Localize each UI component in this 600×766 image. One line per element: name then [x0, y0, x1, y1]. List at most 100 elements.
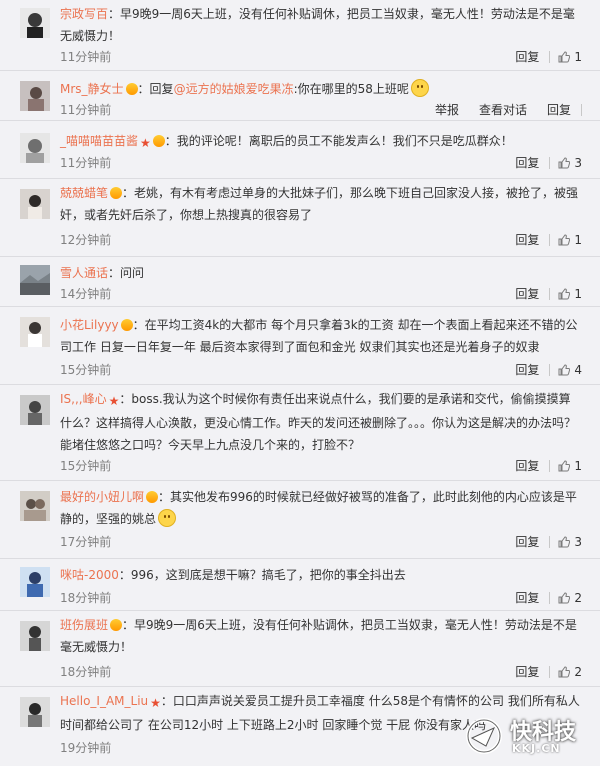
divider — [549, 50, 551, 63]
comment-body: Mrs_静女士 ：回复@远方的姑娘爱吃果冻:你在哪里的58上班呢 — [60, 78, 582, 100]
thumbs-up-icon — [558, 535, 571, 547]
comment-actions: 回复 1 — [501, 231, 582, 248]
like-count: 1 — [574, 458, 582, 473]
comment-text: ：996，这到底是想干嘛？搞毛了，把你的事全抖出去 — [118, 568, 406, 582]
username-link[interactable]: 小花Lilyyy — [60, 318, 119, 332]
view-conversation-button[interactable]: 查看对话 — [479, 101, 527, 118]
kkj-logo-icon — [466, 718, 502, 754]
comment-item: 雪人通话：问问 14分钟前 回复 1 — [0, 256, 600, 306]
timestamp: 18分钟前 — [60, 665, 112, 679]
reply-button[interactable]: 回复 — [515, 48, 539, 65]
username-link[interactable]: _喵喵喵苗苗酱 — [60, 134, 138, 148]
like-button[interactable]: 1 — [558, 459, 582, 473]
comment-body: _喵喵喵苗苗酱 ★ ：我的评论呢！离职后的员工不能发声么！我们不只是吃瓜群众！ — [60, 130, 582, 154]
comment-actions: 回复 1 — [501, 457, 582, 474]
comment-actions: 回复 4 — [501, 361, 582, 378]
reply-button[interactable]: 回复 — [515, 285, 539, 302]
like-button[interactable]: 2 — [558, 591, 582, 605]
avatar[interactable] — [20, 621, 50, 651]
reply-button[interactable]: 回复 — [515, 361, 539, 378]
username-link[interactable]: Mrs_静女士 — [60, 82, 124, 96]
comment-body: 最好的小妞儿啊 ：其实他发布996的时候就已经做好被骂的准备了，此时此刻他的内心应… — [60, 486, 582, 530]
timestamp: 15分钟前 — [60, 459, 112, 473]
reply-button[interactable]: 回复 — [515, 663, 539, 680]
avatar[interactable] — [20, 81, 50, 111]
username-link[interactable]: 班伤展班 — [60, 618, 108, 632]
username-link[interactable]: 宗政写百 — [60, 7, 108, 21]
username-link[interactable]: Hello_I_AM_Liu — [60, 694, 148, 708]
watermark-url: KKJ.CN — [512, 742, 561, 755]
divider — [549, 156, 551, 169]
divider — [549, 665, 551, 678]
avatar[interactable] — [20, 189, 50, 219]
comment-body: 小花Lilyyy ：在平均工资4k的大都市 每个月只拿着3k的工资 却在一个表面上… — [60, 314, 582, 358]
divider — [549, 233, 551, 246]
username-link[interactable]: IS,,,峰心 — [60, 392, 107, 406]
comment-item: _喵喵喵苗苗酱 ★ ：我的评论呢！离职后的员工不能发声么！我们不只是吃瓜群众！ 11… — [0, 120, 600, 178]
timestamp: 12分钟前 — [60, 233, 112, 247]
username-link[interactable]: 最好的小妞儿啊 — [60, 490, 144, 504]
username-link[interactable]: 兢兢蜡笔 — [60, 186, 108, 200]
comment-item: 宗政写百：早9晚9一周6天上班，没有任何补贴调休，把员工当奴隶，毫无人性！劳动法… — [0, 0, 600, 70]
comment-item: Mrs_静女士 ：回复@远方的姑娘爱吃果冻:你在哪里的58上班呢 11分钟前 举报… — [0, 70, 600, 120]
like-count: 2 — [574, 590, 582, 605]
vip-badge-icon — [125, 83, 138, 95]
comment-text: ：问问 — [108, 266, 145, 280]
like-count: 4 — [574, 362, 582, 377]
like-button[interactable]: 4 — [558, 363, 582, 377]
vip-badge-icon — [146, 491, 159, 503]
avatar[interactable] — [20, 491, 50, 521]
like-count: 2 — [574, 664, 582, 679]
divider — [581, 103, 582, 116]
reply-button[interactable]: 回复 — [515, 533, 539, 550]
timestamp: 18分钟前 — [60, 591, 112, 605]
comment-body: 班伤展班 ：早9晚9一周6天上班，没有任何补贴调休，把员工当奴隶，毫无人性！劳动法… — [60, 614, 582, 658]
thumbs-up-icon — [558, 591, 571, 603]
comment-item: 兢兢蜡笔 ：老姚，有木有考虑过单身的大批妹子们，那么晚下班自己回家没人接，被抢了，… — [0, 178, 600, 256]
divider — [549, 535, 551, 548]
like-button[interactable]: 1 — [558, 233, 582, 247]
reply-button[interactable]: 回复 — [515, 154, 539, 171]
timestamp: 19分钟前 — [60, 741, 112, 755]
divider — [549, 459, 551, 472]
thumbs-up-icon — [558, 459, 571, 471]
avatar[interactable] — [20, 8, 50, 38]
like-button[interactable]: 1 — [558, 50, 582, 64]
star-badge-icon: ★ — [150, 696, 161, 710]
like-button[interactable]: 1 — [558, 287, 582, 301]
watermark-logo: 快科技 KKJ.CN — [464, 714, 592, 760]
username-link[interactable]: 雪人通话 — [60, 266, 108, 280]
avatar[interactable] — [20, 133, 50, 163]
username-link[interactable]: 咪咕-2000 — [60, 568, 119, 582]
reply-button[interactable]: 回复 — [515, 589, 539, 606]
timestamp: 11分钟前 — [60, 50, 112, 64]
comment-text: ：我的评论呢！离职后的员工不能发声么！我们不只是吃瓜群众！ — [164, 134, 513, 148]
thumbs-up-icon — [558, 156, 571, 168]
mention-link[interactable]: @远方的姑娘爱吃果冻 — [174, 82, 294, 96]
like-button[interactable]: 3 — [558, 535, 582, 549]
like-button[interactable]: 2 — [558, 665, 582, 679]
avatar[interactable] — [20, 317, 50, 347]
timestamp: 17分钟前 — [60, 535, 112, 549]
divider — [549, 287, 551, 300]
comment-body: 雪人通话：问问 — [60, 262, 582, 284]
reply-button[interactable]: 回复 — [547, 101, 571, 118]
report-button[interactable]: 举报 — [435, 101, 459, 118]
avatar[interactable] — [20, 395, 50, 425]
avatar[interactable] — [20, 567, 50, 597]
like-count: 1 — [574, 232, 582, 247]
star-badge-icon: ★ — [108, 394, 120, 408]
like-button[interactable]: 3 — [558, 156, 582, 170]
comment-text: ：早9晚9一周6天上班，没有任何补贴调休，把员工当奴隶，毫无人性！劳动法是不是毫… — [60, 618, 577, 654]
comment-body: 宗政写百：早9晚9一周6天上班，没有任何补贴调休，把员工当奴隶，毫无人性！劳动法… — [60, 3, 582, 47]
thumbs-up-icon — [558, 287, 571, 299]
timestamp: 14分钟前 — [60, 287, 112, 301]
reply-button[interactable]: 回复 — [515, 457, 539, 474]
comment-actions: 回复 3 — [501, 154, 582, 171]
reply-button[interactable]: 回复 — [515, 231, 539, 248]
avatar[interactable] — [20, 265, 50, 295]
comment-body: IS,,,峰心 ★：boss.我认为这个时候你有责任出来说点什么，我们要的是承诺和… — [60, 388, 582, 456]
avatar[interactable] — [20, 697, 50, 727]
thumbs-up-icon — [558, 233, 571, 245]
star-badge-icon: ★ — [140, 136, 151, 150]
